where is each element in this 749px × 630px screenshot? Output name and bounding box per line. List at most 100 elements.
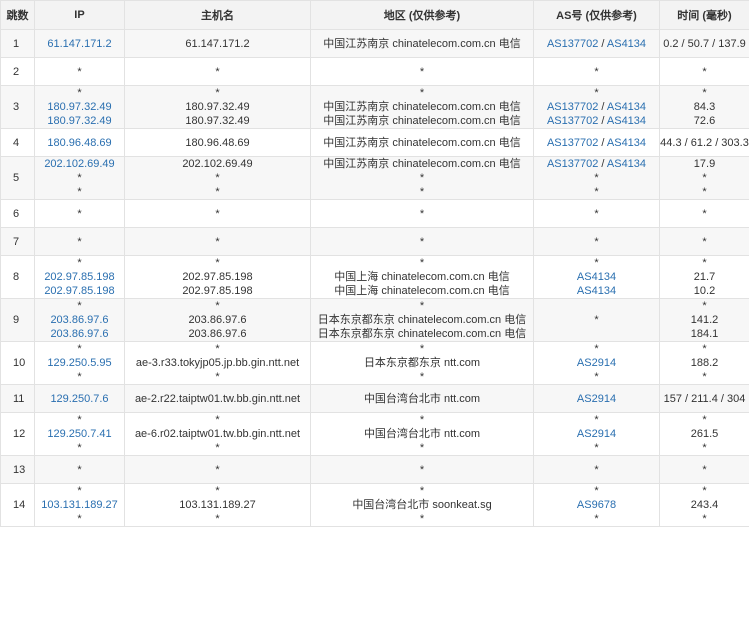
region: * [419,485,425,497]
host-cell: ae-2.r22.taiptw01.tw.bb.gin.ntt.net [124,384,311,413]
table-row: 13 * * * * * [0,455,749,484]
ip-link[interactable]: 61.147.171.2 [35,37,124,51]
time: 21.7 [693,271,716,283]
time: 10.2 [693,285,716,297]
table-header-row: 跳数 IP 主机名 地区 (仅供参考) AS号 (仅供参考) 时间 (毫秒) [0,0,749,30]
as-number-link[interactable]: AS4134 [577,285,616,297]
hop-cell: 9 [0,298,35,342]
time: 141.2 [690,314,719,326]
hostname: 180.96.48.69 [185,136,250,149]
table-row: 14 * 103.131.189.27 * * 103.131.189.27 * * 中国台湾台… [0,483,749,527]
hostname: * [215,371,220,383]
as-separator: / [598,101,607,113]
as-number: * [594,235,599,248]
time: * [702,65,707,78]
ip-link[interactable]: 129.250.7.41 [35,427,124,441]
as-number-link[interactable]: AS2914 [577,357,616,369]
time: * [702,343,707,355]
ip-link[interactable]: 202.97.85.198 [35,284,124,298]
as-number-link[interactable]: AS137702 [547,137,598,149]
hostname: ae-3.r33.tokyjp05.jp.bb.gin.ntt.net [135,357,300,369]
as-number-link[interactable]: AS4134 [577,271,616,283]
region-cell: * [310,227,534,256]
time-cell: * 21.7 10.2 [659,255,749,299]
hop-cell: 12 [0,412,35,456]
time: * [702,235,707,248]
hop-cell: 10 [0,341,35,385]
host-cell: * [124,227,311,256]
as-line: AS4134 [534,284,659,298]
time-cell: * [659,57,749,86]
time-cell: 17.9 * * [659,156,749,200]
ip-link[interactable]: 180.97.32.49 [35,100,124,114]
as-number: * [594,485,599,497]
hop-cell: 14 [0,483,35,527]
region: * [419,257,425,269]
time: 261.5 [690,428,719,440]
as-separator: / [598,136,607,149]
hop-cell: 6 [0,199,35,228]
ip-cell: * [34,227,125,256]
ip-link[interactable]: 103.131.189.27 [35,498,124,512]
header-ip: IP [34,0,125,30]
region: * [419,186,425,198]
table-row: 9 * 203.86.97.6 203.86.97.6 * 203.86.97.6 203.… [0,298,749,342]
as-number-link[interactable]: AS4134 [607,158,646,170]
as-cell: AS137702 / AS4134 [533,29,660,58]
as-cell: * [533,455,660,484]
ip-link[interactable]: 203.86.97.6 [35,327,124,341]
time: 243.4 [690,499,719,511]
as-number-link[interactable]: AS137702 [547,115,598,127]
as-number-link[interactable]: AS137702 [547,101,598,113]
ip-cell: * 129.250.5.95 * [34,341,125,385]
ip: * [77,207,82,220]
as-number-link[interactable]: AS4134 [607,38,646,50]
as-line: * [534,65,659,79]
region: 日本东京都东京 ntt.com [363,357,481,369]
as-line: * [534,171,659,185]
as-number-link[interactable]: AS4134 [607,137,646,149]
as-number-link[interactable]: AS137702 [547,158,598,170]
region: * [419,172,425,184]
table-row: 6 * * * * * [0,199,749,228]
as-cell: * AS137702 / AS4134 AS137702 / AS4134 [533,85,660,129]
ip-link[interactable]: 180.97.32.49 [35,114,124,128]
host-cell: * 203.86.97.6 203.86.97.6 [124,298,311,342]
ip-cell: * 202.97.85.198 202.97.85.198 [34,255,125,299]
ip-link[interactable]: 202.102.69.49 [35,157,124,171]
as-cell: * AS2914 * [533,412,660,456]
as-number-link[interactable]: AS4134 [607,101,646,113]
ip-link[interactable]: 202.97.85.198 [35,270,124,284]
as-line: * [534,463,659,477]
header-region: 地区 (仅供参考) [310,0,534,30]
ip-link[interactable]: 180.96.48.69 [35,136,124,150]
ip-link[interactable]: 129.250.7.6 [35,392,124,406]
hostname: * [215,207,220,220]
table-row: 7 * * * * * [0,227,749,256]
host-cell: * [124,455,311,484]
as-number-link[interactable]: AS9678 [577,499,616,511]
time-cell: * 84.3 72.6 [659,85,749,129]
hostname: ae-6.r02.taiptw01.tw.bb.gin.ntt.net [134,428,301,440]
region-cell: * 中国台湾台北市 ntt.com * [310,412,534,456]
as-number: * [594,513,599,525]
as-number-link[interactable]: AS4134 [607,115,646,127]
ip-link[interactable]: 129.250.5.95 [35,356,124,370]
region: * [419,343,425,355]
as-number-link[interactable]: AS137702 [547,38,598,50]
as-number-link[interactable]: AS2914 [577,393,616,405]
as-number: * [594,186,599,198]
as-line: * [534,235,659,249]
time: * [702,485,707,497]
as-number-link[interactable]: AS2914 [577,428,616,440]
ip-link[interactable]: 203.86.97.6 [35,313,124,327]
time: 84.3 [693,101,716,113]
hostname: * [215,463,220,476]
hostname: 202.102.69.49 [182,158,253,170]
time: * [702,371,707,383]
as-line: AS137702 / AS4134 [534,157,659,171]
ip: * [77,257,82,269]
region: 中国台湾台北市 ntt.com [363,392,481,405]
table-row: 4 180.96.48.69 180.96.48.69 中国江苏南京 chinatel… [0,128,749,157]
as-line: AS2914 [534,427,659,441]
